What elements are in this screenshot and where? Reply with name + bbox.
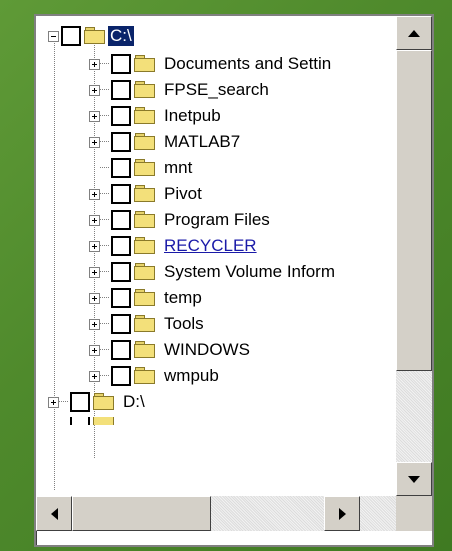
tree-row-root[interactable]: C:\ <box>48 23 134 49</box>
open-folder-icon <box>84 27 106 45</box>
item-checkbox[interactable] <box>70 392 90 412</box>
scroll-up-button[interactable] <box>396 16 432 50</box>
horizontal-scrollbar[interactable] <box>36 496 396 531</box>
expand-icon[interactable] <box>89 58 100 70</box>
folder-icon <box>93 393 115 411</box>
tree-row-windows[interactable]: WINDOWS <box>89 337 250 363</box>
item-checkbox[interactable] <box>111 236 131 256</box>
folder-icon <box>134 159 156 177</box>
tree-row-mnt[interactable]: mnt <box>89 155 192 181</box>
tree-item-label[interactable]: WINDOWS <box>164 340 250 360</box>
folder-icon <box>134 185 156 203</box>
expand-icon[interactable] <box>89 292 100 304</box>
item-checkbox[interactable] <box>111 54 131 74</box>
tree-row-program-files[interactable]: Program Files <box>89 207 270 233</box>
folder-icon <box>134 55 156 73</box>
tree-row-matlab7[interactable]: MATLAB7 <box>89 129 240 155</box>
tree-item-label[interactable]: RECYCLER <box>164 236 257 256</box>
expand-icon[interactable] <box>89 110 100 122</box>
expand-icon[interactable] <box>89 370 100 382</box>
item-checkbox[interactable] <box>111 210 131 230</box>
tree-row-partial <box>48 417 115 425</box>
tree-item-label[interactable]: C:\ <box>108 26 134 46</box>
folder-icon <box>134 341 156 359</box>
folder-icon <box>134 367 156 385</box>
arrow-left-icon <box>50 507 58 520</box>
item-checkbox[interactable] <box>111 366 131 386</box>
expand-icon[interactable] <box>89 344 100 356</box>
tree-view-panel: C:\ Documents and Settin FPSE_search Ine… <box>34 14 434 547</box>
horizontal-scroll-thumb[interactable] <box>72 496 211 531</box>
arrow-right-icon <box>338 507 346 520</box>
expand-icon[interactable] <box>89 266 100 278</box>
item-checkbox[interactable] <box>111 106 131 126</box>
tree-item-label[interactable]: FPSE_search <box>164 80 269 100</box>
expand-icon[interactable] <box>89 84 100 96</box>
tree-row-documents-and-settings[interactable]: Documents and Settin <box>89 51 331 77</box>
item-checkbox[interactable] <box>111 340 131 360</box>
tree-item-label[interactable]: Pivot <box>164 184 202 204</box>
folder-tree: C:\ Documents and Settin FPSE_search Ine… <box>36 16 396 496</box>
tree-item-label[interactable]: Inetpub <box>164 106 221 126</box>
tree-item-label[interactable]: MATLAB7 <box>164 132 240 152</box>
item-checkbox[interactable] <box>111 314 131 334</box>
expand-icon[interactable] <box>89 240 100 252</box>
tree-item-label[interactable]: System Volume Inform <box>164 262 335 282</box>
folder-icon <box>134 211 156 229</box>
folder-icon <box>134 315 156 333</box>
folder-icon <box>134 263 156 281</box>
folder-icon <box>134 107 156 125</box>
scroll-down-button[interactable] <box>396 462 432 496</box>
tree-item-label[interactable]: wmpub <box>164 366 219 386</box>
tree-item-label[interactable]: Tools <box>164 314 204 334</box>
vertical-scrollbar[interactable] <box>396 16 432 496</box>
scroll-left-button[interactable] <box>36 496 72 531</box>
tree-row-tools[interactable]: Tools <box>89 311 204 337</box>
tree-row-system-volume-information[interactable]: System Volume Inform <box>89 259 335 285</box>
expand-icon[interactable] <box>48 396 59 408</box>
folder-icon <box>134 289 156 307</box>
tree-item-label[interactable]: D:\ <box>123 392 145 412</box>
folder-icon <box>134 133 156 151</box>
collapse-icon[interactable] <box>48 30 59 42</box>
item-checkbox <box>70 417 90 425</box>
item-checkbox[interactable] <box>111 80 131 100</box>
tree-item-label[interactable]: mnt <box>164 158 192 178</box>
item-checkbox[interactable] <box>111 262 131 282</box>
folder-icon <box>134 237 156 255</box>
item-checkbox[interactable] <box>111 158 131 178</box>
expand-icon[interactable] <box>89 318 100 330</box>
expand-icon[interactable] <box>89 188 100 200</box>
scroll-right-button[interactable] <box>324 496 360 531</box>
tree-item-label[interactable]: Program Files <box>164 210 270 230</box>
folder-icon <box>93 417 115 425</box>
vertical-scroll-thumb[interactable] <box>396 50 432 371</box>
item-checkbox[interactable] <box>111 132 131 152</box>
tree-row-fpse-search[interactable]: FPSE_search <box>89 77 269 103</box>
item-checkbox[interactable] <box>111 288 131 308</box>
expand-icon[interactable] <box>89 136 100 148</box>
tree-row-wmpub[interactable]: wmpub <box>89 363 219 389</box>
tree-row-inetpub[interactable]: Inetpub <box>89 103 221 129</box>
item-checkbox[interactable] <box>111 184 131 204</box>
folder-icon <box>134 81 156 99</box>
tree-item-label[interactable]: temp <box>164 288 202 308</box>
tree-row-pivot[interactable]: Pivot <box>89 181 202 207</box>
tree-row-recycler[interactable]: RECYCLER <box>89 233 257 259</box>
arrow-up-icon <box>408 29 420 37</box>
tree-row-temp[interactable]: temp <box>89 285 202 311</box>
arrow-down-icon <box>408 475 420 483</box>
scrollbar-corner <box>396 496 432 531</box>
tree-item-label[interactable]: Documents and Settin <box>164 54 331 74</box>
expand-icon[interactable] <box>89 214 100 226</box>
tree-row-drive-d[interactable]: D:\ <box>48 389 145 415</box>
root-checkbox[interactable] <box>61 26 81 46</box>
